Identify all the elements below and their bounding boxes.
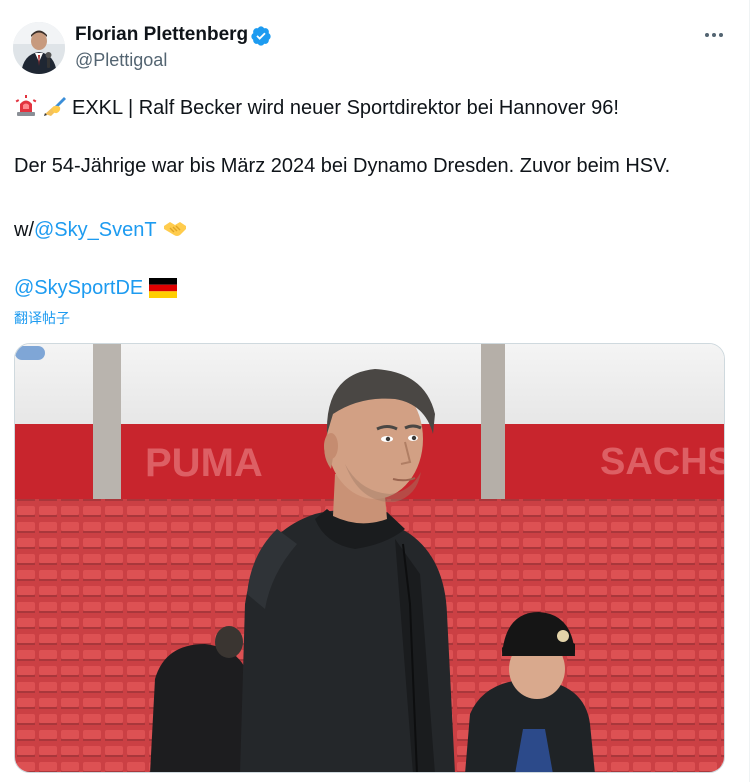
writing-hand-icon — [44, 97, 66, 116]
banner-left-text: PUMA — [145, 441, 263, 485]
tweet-media-photo[interactable]: PUMA SACHS — [14, 343, 725, 773]
translate-post-link[interactable]: 翻译帖子 — [14, 308, 70, 328]
person-avatar-icon — [13, 22, 65, 74]
tweet-line-body: Der 54-Jährige war bis März 2024 bei Dyn… — [14, 155, 671, 177]
tweet-line-headline: EXKL | Ralf Becker wird neuer Sportdirek… — [14, 94, 619, 120]
tweet-line-outlet: @SkySportDE — [14, 277, 181, 300]
verified-badge-icon[interactable] — [250, 25, 272, 47]
handshake-icon — [163, 222, 186, 236]
author-avatar[interactable] — [13, 22, 65, 74]
siren-icon — [15, 95, 37, 116]
tweet-line-headline-text: EXKL | Ralf Becker wird neuer Sportdirek… — [72, 97, 619, 119]
banner-right-text: SACHS — [600, 441, 725, 483]
photo-stadium-man: PUMA SACHS — [15, 344, 725, 772]
credit-prefix: w/ — [14, 219, 34, 241]
tweet-card[interactable]: Florian Plettenberg @Plettigoal EXKL | R… — [0, 0, 750, 782]
mention-sky-svent[interactable]: @Sky_SvenT — [34, 219, 156, 241]
author-handle[interactable]: @Plettigoal — [75, 50, 167, 71]
author-name[interactable]: Florian Plettenberg — [75, 24, 248, 46]
more-options-icon[interactable] — [700, 24, 728, 46]
tweet-line-credit: w/@Sky_SvenT — [14, 216, 192, 242]
mention-skysportde[interactable]: @SkySportDE — [14, 277, 143, 299]
german-flag-icon — [148, 278, 177, 298]
